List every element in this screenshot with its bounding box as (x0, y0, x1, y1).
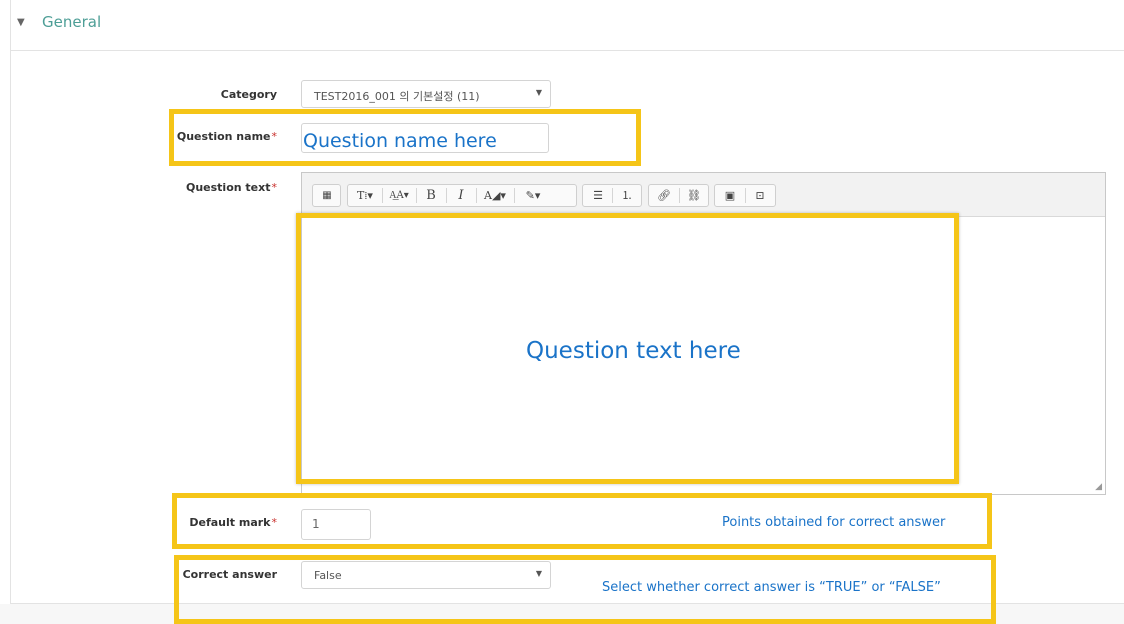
toolbar-group-3: ☰ ⒈ (582, 184, 642, 207)
font-color-icon[interactable]: A◢▾ (478, 185, 512, 206)
toolbar-group-4: 🔗︎ ⛓ (648, 184, 709, 207)
highlight-color-icon[interactable]: ✎▾ (516, 185, 550, 206)
collapse-triangle-icon[interactable]: ▼ (17, 17, 25, 28)
toolbar-toggle-icon[interactable]: ▦ (316, 185, 338, 206)
media-icon[interactable]: ⊡ (747, 185, 773, 206)
question-text-label-text: Question text (185, 181, 271, 194)
correct-answer-highlight-box (174, 555, 996, 624)
toolbar-group-2: T⁞▾ A͟A▾ B I A◢▾ ✎▾ (347, 184, 577, 207)
question-text-label: Question text* (180, 181, 277, 194)
category-select[interactable]: TEST2016_001 의 기본설정 (11) ▼ (301, 80, 551, 108)
required-asterisk: * (271, 181, 278, 194)
italic-icon[interactable]: I (448, 185, 474, 206)
link-icon[interactable]: 🔗︎ (651, 185, 677, 206)
section-title[interactable]: General (42, 13, 101, 31)
paragraph-style-icon[interactable]: T⁞▾ (350, 185, 380, 206)
default-mark-highlight-box (172, 493, 992, 549)
font-size-icon[interactable]: A͟A▾ (384, 185, 414, 206)
toolbar-group-5: ▣ ⊡ (714, 184, 776, 207)
category-label-text: Category (220, 88, 277, 101)
question-text-highlight-box (296, 213, 959, 484)
image-icon[interactable]: ▣ (717, 185, 743, 206)
chevron-down-icon: ▼ (535, 88, 542, 97)
section-header[interactable]: ▼ General (11, 0, 1124, 51)
editor-toolbar: ▦ T⁞▾ A͟A▾ B I A◢▾ ✎▾ ☰ ⒈ 🔗︎ ⛓ ▣ ⊡ (302, 173, 1105, 217)
ordered-list-icon[interactable]: ⒈ (614, 185, 640, 206)
bold-icon[interactable]: B (418, 185, 444, 206)
category-label: Category (200, 88, 277, 101)
question-name-highlight-box (169, 109, 641, 166)
category-select-value: TEST2016_001 의 기본설정 (11) (314, 90, 480, 103)
unordered-list-icon[interactable]: ☰ (585, 185, 611, 206)
resize-grip-icon[interactable]: ◢ (1095, 482, 1102, 492)
toolbar-group-1: ▦ (312, 184, 341, 207)
unlink-icon[interactable]: ⛓ (681, 185, 707, 206)
